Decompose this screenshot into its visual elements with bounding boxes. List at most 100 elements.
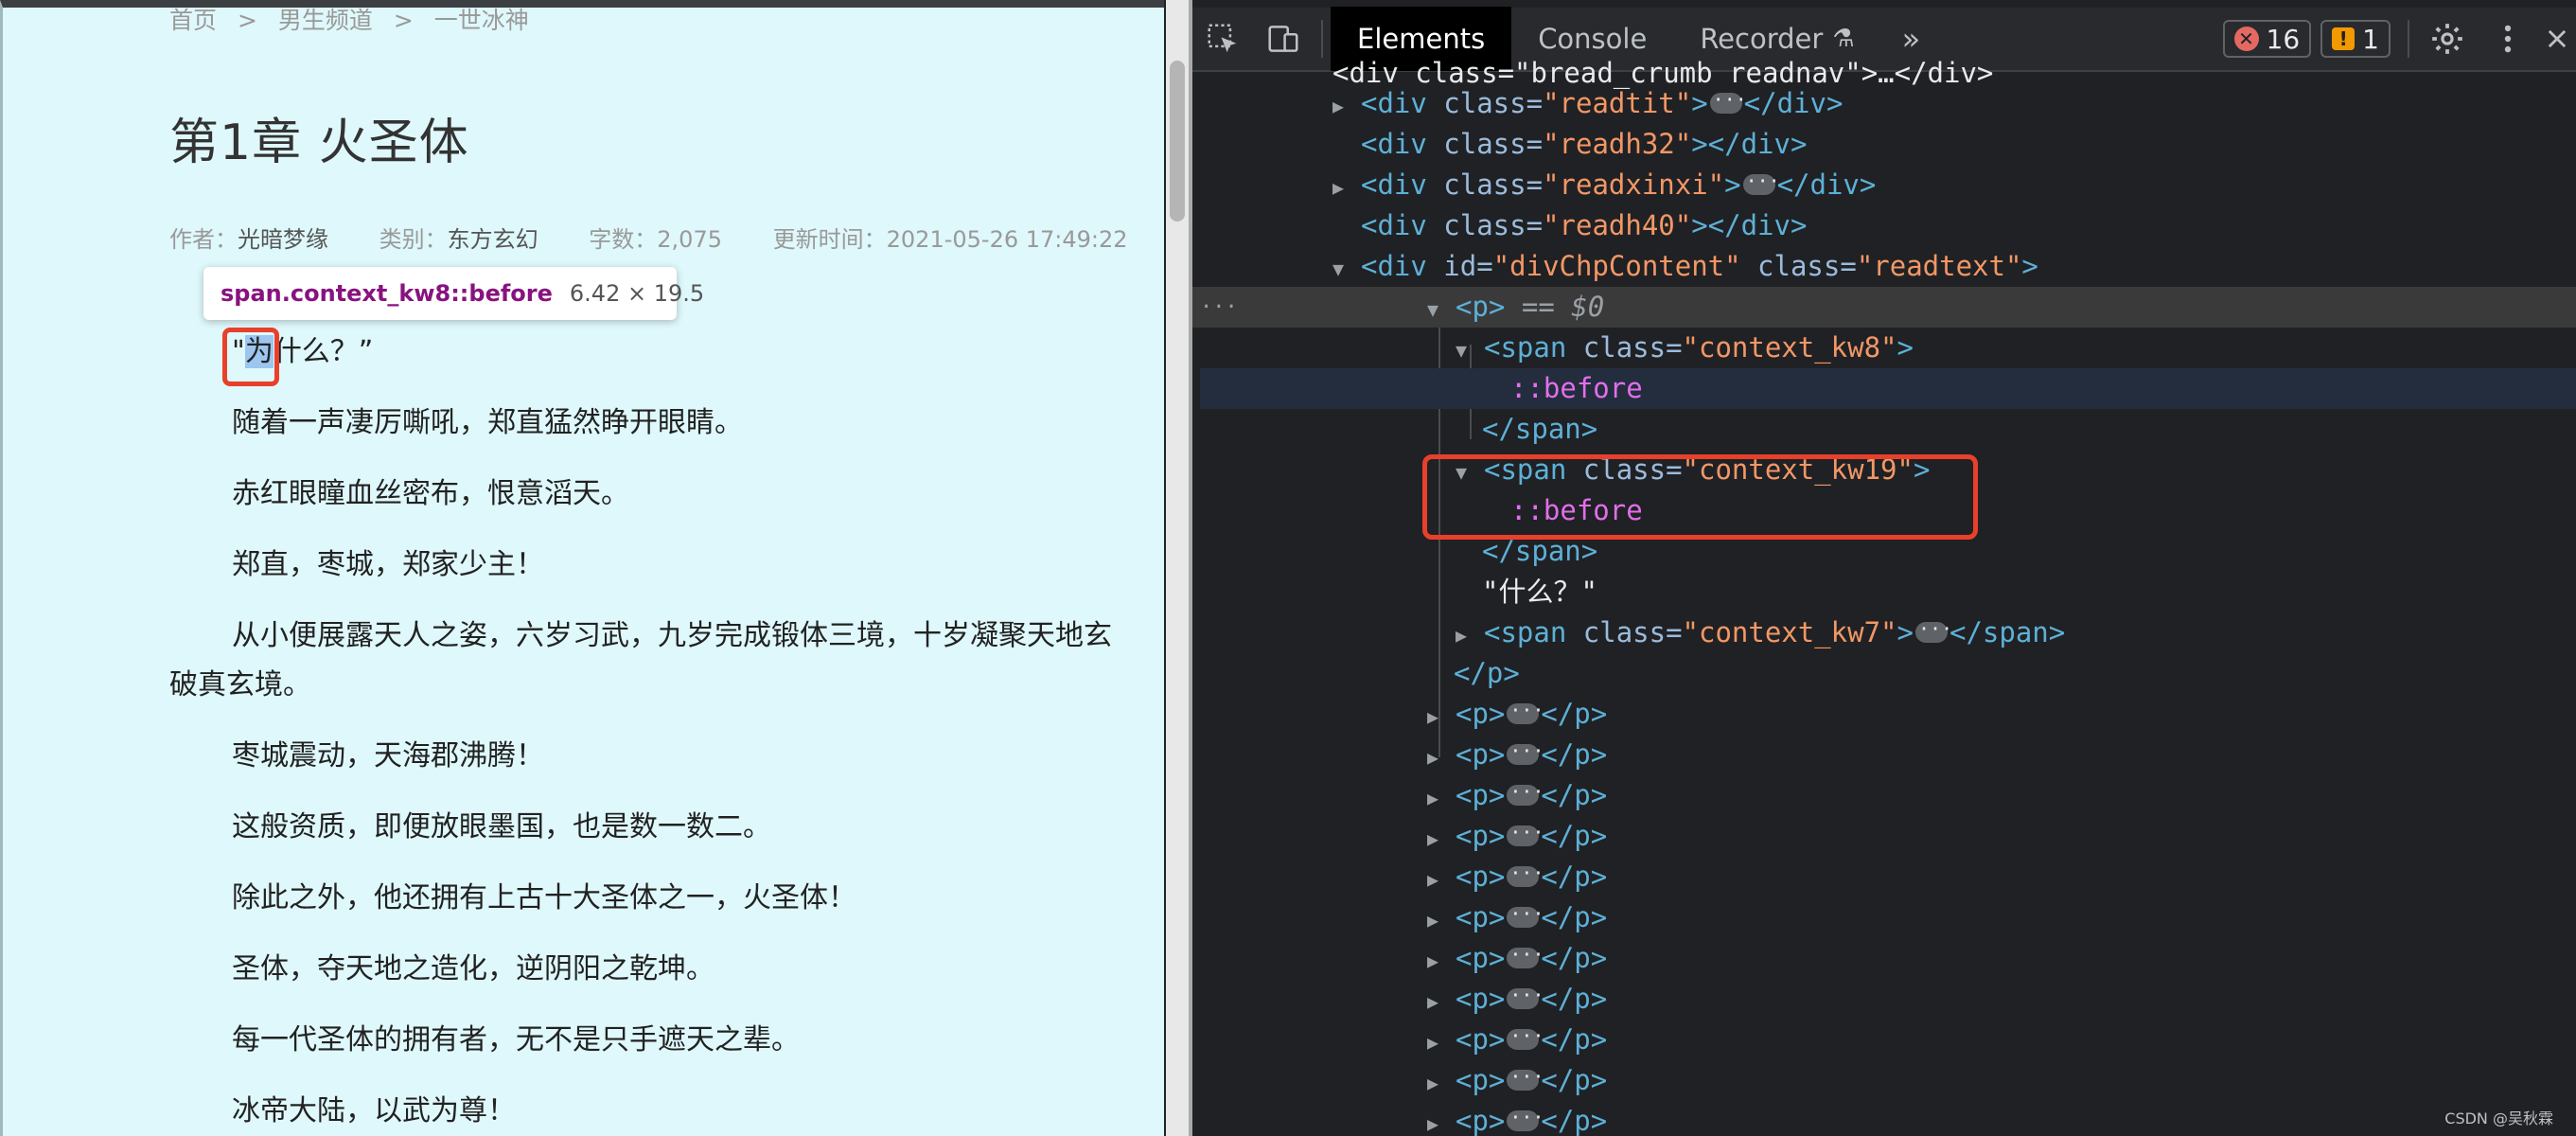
dom-node-divchpcontent[interactable]: ▼ <div id="divChpContent" class="readtext… — [1332, 246, 2038, 287]
paragraph: 随着一声凄厉嘶吼，郑直猛然睁开眼睛。 — [232, 406, 743, 439]
tag-open: <p> — [1456, 983, 1506, 1015]
ellipsis-icon[interactable] — [1507, 812, 1544, 853]
dom-node-p-collapsed[interactable]: ▶<p> </p> — [1427, 934, 1608, 982]
gear-icon[interactable] — [2417, 7, 2478, 71]
breadcrumb-channel[interactable]: 男生频道 — [278, 8, 373, 34]
expand-triangle-icon[interactable]: ▶ — [1427, 819, 1456, 860]
paragraph: 除此之外，他还拥有上古十大圣体之一，火圣体！ — [232, 881, 856, 914]
annotation-box-right — [1422, 454, 1978, 540]
ellipsis-icon[interactable] — [1507, 853, 1544, 894]
expand-triangle-icon[interactable]: ▶ — [1427, 982, 1456, 1022]
dom-node-readh40[interactable]: <div class="readh40"></div> — [1361, 205, 1807, 246]
ellipsis-icon[interactable] — [1507, 1097, 1544, 1136]
more-tabs-icon[interactable]: » — [1881, 21, 1942, 57]
dom-node-kw8-before[interactable]: ::before — [1200, 368, 2576, 409]
dom-node-p-collapsed[interactable]: ▶<p> </p> — [1427, 975, 1608, 1022]
warning-count-badge[interactable]: ! 1 — [2320, 20, 2391, 58]
dom-node-p-collapsed[interactable]: ▶<p> </p> — [1427, 812, 1607, 860]
dom-node-p-close[interactable]: </p> — [1454, 653, 1520, 694]
expand-triangle-icon[interactable]: ▶ — [1427, 778, 1456, 819]
warning-icon: ! — [2332, 27, 2355, 50]
dom-node-readtit[interactable]: ▶<div class="readtit"></div> — [1332, 80, 1843, 127]
breadcrumb: 首页 > 男生频道 > 一世冰神 — [169, 7, 529, 36]
ellipsis-icon[interactable] — [1507, 894, 1544, 934]
expand-triangle-icon[interactable]: ▶ — [1332, 86, 1361, 127]
ellipsis-icon[interactable] — [1507, 1056, 1544, 1097]
dom-node-p-collapsed[interactable]: ▶<p> </p> — [1427, 690, 1608, 737]
tag-close: </p> — [1541, 698, 1608, 730]
dom-node-p-collapsed[interactable]: ▶<p> </p> — [1427, 1097, 1607, 1136]
ellipsis-icon[interactable] — [1507, 1016, 1544, 1056]
device-toolbar-icon[interactable] — [1253, 7, 1314, 71]
expand-triangle-icon[interactable]: ▶ — [1427, 860, 1456, 900]
tag-close: </p> — [1541, 942, 1608, 974]
web-page: 首页 > 男生频道 > 一世冰神 第1章 火圣体 作者：光暗梦缘 类别：东方玄幻… — [0, 0, 1164, 1136]
ellipsis-icon[interactable] — [1507, 731, 1544, 772]
tag-open: <p> — [1456, 861, 1506, 893]
tag-open: <p> — [1456, 779, 1506, 811]
author-name[interactable]: 光暗梦缘 — [238, 226, 328, 253]
paragraph: 这般资质，即便放眼墨国，也是数一数二。 — [232, 810, 771, 843]
tag-close: </p> — [1541, 983, 1608, 1015]
inspect-element-icon[interactable] — [1192, 7, 1253, 71]
inspect-tooltip: span.context_kw8::before 6.42 × 19.5 — [203, 267, 704, 320]
paragraph: 郑直，枣城，郑家少主！ — [232, 548, 544, 581]
ellipsis-icon[interactable] — [1507, 690, 1544, 731]
dom-node-span-kw7[interactable]: ▶<span class="context_kw7"></span> — [1456, 609, 2065, 656]
expand-triangle-icon[interactable]: ▶ — [1427, 697, 1456, 737]
expand-triangle-icon[interactable]: ▶ — [1427, 941, 1456, 982]
dom-node-readh32[interactable]: <div class="readh32"></div> — [1361, 124, 1807, 165]
paragraph: 冰帝大陆，以武为尊！ — [232, 1094, 516, 1127]
dom-node-readxinxi[interactable]: ▶<div class="readxinxi"></div> — [1332, 161, 1876, 208]
collapse-triangle-icon[interactable]: ▼ — [1456, 330, 1484, 371]
error-count-badge[interactable]: ✕ 16 — [2222, 20, 2312, 58]
paragraph-first: "为什么？” — [169, 328, 1164, 377]
dom-node-p-collapsed[interactable]: ▶<p> </p> — [1427, 1016, 1608, 1063]
dom-text-node[interactable]: "什么？" — [1482, 572, 1597, 612]
author-label: 作者： — [169, 226, 238, 253]
dom-node-p-collapsed[interactable]: ▶<p> </p> — [1427, 894, 1607, 941]
ellipsis-icon[interactable] — [1742, 161, 1780, 202]
breadcrumb-book[interactable]: 一世冰神 — [434, 8, 529, 34]
dom-node-p-collapsed[interactable]: ▶<p> </p> — [1427, 731, 1607, 778]
chapter-meta: 作者：光暗梦缘 类别：东方玄幻 字数：2,075 更新时间：2021-05-26… — [169, 221, 1164, 254]
paragraph: 每一代圣体的拥有者，无不是只手遮天之辈。 — [232, 1023, 800, 1056]
collapse-triangle-icon[interactable]: ▼ — [1427, 290, 1456, 330]
breadcrumb-separator: > — [237, 7, 257, 34]
dom-node-span-close[interactable]: </span> — [1482, 409, 1597, 450]
category-value[interactable]: 东方玄幻 — [448, 226, 538, 253]
dom-node-span-kw8[interactable]: ▼ <span class="context_kw8"> — [1456, 328, 1914, 368]
dom-node-p-collapsed[interactable]: ▶<p> </p> — [1427, 772, 1607, 819]
kebab-menu-icon[interactable] — [2478, 7, 2538, 71]
dom-node-p-selected[interactable]: ··· ▼ <p> == $0 — [1192, 287, 2576, 328]
dom-node-p-collapsed[interactable]: ▶<p> </p> — [1427, 1056, 1607, 1104]
updated-value: 2021-05-26 17:49:22 — [886, 226, 1128, 253]
gutter-dots[interactable]: ··· — [1200, 287, 1238, 328]
close-devtools-icon[interactable] — [2538, 7, 2576, 71]
expand-triangle-icon[interactable]: ▶ — [1332, 168, 1361, 208]
ellipsis-icon[interactable] — [1709, 80, 1747, 120]
tag-close: </p> — [1541, 1023, 1608, 1056]
paragraph-continued: 破真玄境。 — [169, 668, 311, 701]
paragraph: 赤红眼瞳血丝密布，恨意滔天。 — [232, 477, 629, 510]
chapter-content: "为什么？” 随着一声凄厉嘶吼，郑直猛然睁开眼睛。 赤红眼瞳血丝密布，恨意滔天。… — [169, 328, 1164, 1136]
expand-triangle-icon[interactable]: ▶ — [1456, 615, 1484, 656]
expand-triangle-icon[interactable]: ▶ — [1427, 1104, 1456, 1136]
ellipsis-icon[interactable] — [1914, 609, 1952, 649]
ellipsis-icon[interactable] — [1507, 975, 1544, 1016]
dom-node-p-collapsed[interactable]: ▶<p> </p> — [1427, 853, 1607, 900]
expand-triangle-icon[interactable]: ▶ — [1427, 1063, 1456, 1104]
expand-triangle-icon[interactable]: ▶ — [1427, 737, 1456, 778]
paragraph: 从小便展露天人之姿，六岁习武，九岁完成锻体三境，十岁凝聚天地玄 — [232, 619, 1112, 652]
expand-triangle-icon[interactable]: ▶ — [1427, 1022, 1456, 1063]
ellipsis-icon[interactable] — [1507, 772, 1544, 812]
annotation-box-left — [222, 328, 279, 386]
expand-triangle-icon[interactable]: ▶ — [1427, 900, 1456, 941]
collapse-triangle-icon[interactable]: ▼ — [1332, 249, 1361, 290]
ellipsis-icon[interactable] — [1507, 934, 1544, 975]
page-scrollbar-thumb[interactable] — [1170, 61, 1185, 222]
chapter-title: 第1章 火圣体 — [169, 115, 469, 171]
error-count: 16 — [2266, 23, 2301, 55]
devtools-panel: Elements Console Recorder ⚗ » ✕ 16 ! 1 <d… — [1192, 0, 2576, 1136]
breadcrumb-home[interactable]: 首页 — [169, 8, 217, 34]
